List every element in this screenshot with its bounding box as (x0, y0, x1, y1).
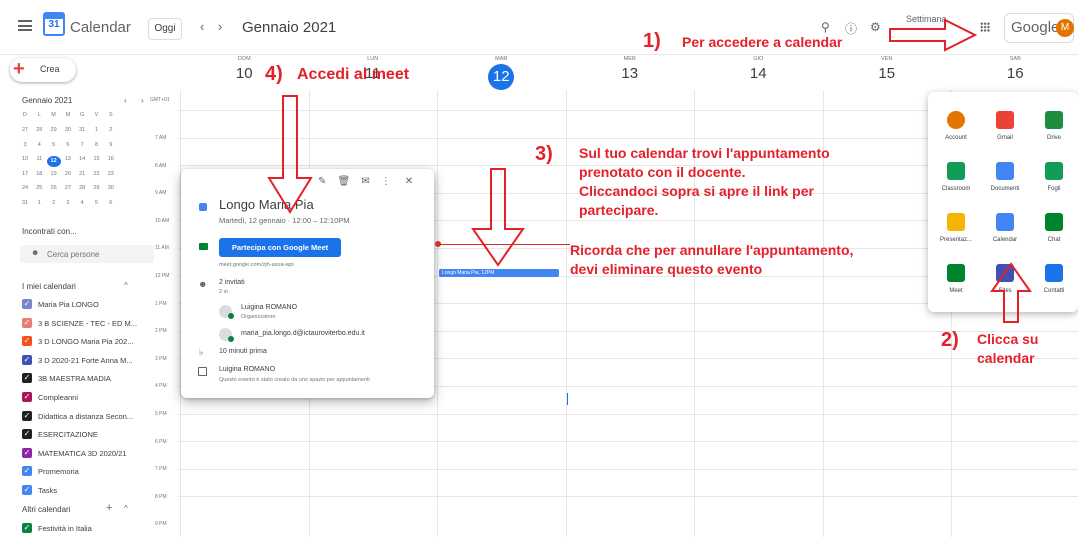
annotation-arrows (267, 18, 1032, 323)
arrow-right-outline (889, 18, 978, 52)
arrow-down-event-outline (471, 168, 525, 267)
arrow-down-meet-outline (267, 95, 313, 214)
arrow-up-calendar-outline (990, 262, 1032, 323)
calendar-app: { "header":{"app_title":"Calendar","logo… (0, 0, 1078, 537)
